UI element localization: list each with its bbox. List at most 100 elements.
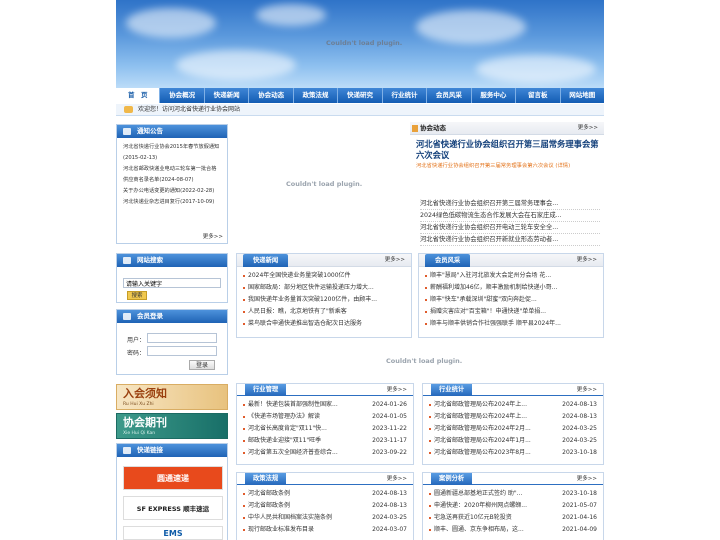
search-input[interactable] — [123, 278, 221, 288]
news-tab[interactable]: 快递新闻 — [243, 254, 289, 267]
policy-item[interactable]: 中华人民共和国档案法实施条例 2024-03-25 — [243, 512, 407, 524]
nav-dynamic[interactable]: 协会动态 — [249, 88, 294, 103]
nav-news[interactable]: 快递新闻 — [205, 88, 250, 103]
bullet-icon — [412, 125, 418, 132]
search-button[interactable]: 搜索 — [127, 291, 147, 300]
industry-more-link[interactable]: 更多>> — [387, 384, 407, 396]
item-title: 河北省长高度肯定"双11"快... — [248, 425, 327, 432]
item-date: 2024-08-13 — [562, 401, 597, 408]
nav-policy[interactable]: 政策法规 — [294, 88, 339, 103]
notice-item[interactable]: 河北省快递行业协会2015年春节放假通知(2015-02-13) — [123, 142, 221, 164]
stats-item[interactable]: 河北省邮政管理局公布2024年上... 2024-08-13 — [429, 399, 597, 411]
nav-research[interactable]: 快递研究 — [338, 88, 383, 103]
news-item[interactable]: 2024年全国快递业务量突破1000亿件 — [243, 270, 405, 282]
cases-item[interactable]: 申通快递：2020年柳州网点螺蛳... 2021-05-07 — [429, 500, 597, 512]
members-item[interactable]: 顺丰"快车"承载深圳"甜蜜"双向奔赴促... — [425, 294, 597, 306]
members-tab[interactable]: 会员风采 — [425, 254, 471, 267]
news-item[interactable]: 菜鸟联合申通快递推出智选仓配次日达服务 — [243, 318, 405, 330]
item-title: 宅急送再获近10亿元B轮投资 — [434, 514, 512, 521]
notice-list: 河北省快递行业协会2015年春节放假通知(2015-02-13) 河北省邮政快递… — [117, 138, 227, 212]
nav-about[interactable]: 协会概况 — [160, 88, 205, 103]
nav-members[interactable]: 会员风采 — [427, 88, 472, 103]
notice-item[interactable]: 河北省邮政快递业电动三轮车第一批合格供应商名录名单(2024-08-07) — [123, 164, 221, 186]
notice-more-link[interactable]: 更多>> — [203, 232, 223, 240]
industry-item[interactable]: 《快递市场管理办法》解读 2024-01-05 — [243, 411, 407, 423]
cases-tab[interactable]: 案例分析 — [431, 473, 473, 485]
item-date: 2024-08-13 — [372, 490, 407, 497]
user-icon — [123, 313, 131, 320]
policy-tab[interactable]: 政策法规 — [245, 473, 287, 485]
cases-item[interactable]: 宅急送再获近10亿元B轮投资 2021-04-16 — [429, 512, 597, 524]
stats-item[interactable]: 河北省邮政管理局公布2024年1月... 2024-03-25 — [429, 435, 597, 447]
login-box: 会员登录 用户： 密码： 登录 — [116, 309, 228, 375]
policy-more-link[interactable]: 更多>> — [387, 473, 407, 485]
login-button[interactable]: 登录 — [189, 360, 215, 370]
industry-tab[interactable]: 行业管理 — [245, 384, 287, 396]
nav-stats[interactable]: 行业统计 — [383, 88, 428, 103]
news-header: 快递新闻 更多>> — [237, 254, 411, 267]
policy-item[interactable]: 河北省邮政条例 2024-08-13 — [243, 500, 407, 512]
dynamic-sub[interactable]: 河北省快递行业协会组织召开第三届常务理事会第六次会议 (详情) — [416, 161, 600, 171]
industry-item[interactable]: 邮政快递业迎接"双11"旺季 2023-11-17 — [243, 435, 407, 447]
policy-item[interactable]: 现行邮政业标准发布目录 2024-03-07 — [243, 524, 407, 536]
dynamic-more-link[interactable]: 更多>> — [578, 122, 598, 135]
dynamic-list: 河北省快递行业协会组织召开第三届常务理事会... 2024绿色低碳物流生态合作发… — [420, 198, 600, 246]
yto-logo[interactable]: 圆通速递 — [123, 466, 223, 490]
journal-banner[interactable]: 协会期刊 Xie Hui Qi Kan — [116, 413, 228, 439]
news-box: 快递新闻 更多>> 2024年全国快递业务量突破1000亿件 国家邮政局：部分地区… — [236, 253, 412, 338]
join-guide-banner[interactable]: 入会须知 Ru Hui Xu Zhi — [116, 384, 228, 410]
members-item[interactable]: 顺丰与顺丰供销合作社强强联手 顺平县2024年... — [425, 318, 597, 330]
username-input[interactable] — [147, 333, 217, 343]
nav-sitemap[interactable]: 网站地图 — [561, 88, 604, 103]
cases-item[interactable]: 顺丰、圆通、京东争相布局，这... 2021-04-09 — [429, 524, 597, 536]
cases-more-link[interactable]: 更多>> — [577, 473, 597, 485]
dynamic-headline[interactable]: 河北省快递行业协会组织召开第三届常务理事会第六次会议 — [416, 139, 600, 161]
notice-item[interactable]: 河北快递业杂志进目复行(2017-10-09) — [123, 197, 221, 208]
dynamic-item[interactable]: 河北省快递行业协会组织召开新就业形态劳动者... — [420, 234, 600, 246]
nav-service[interactable]: 服务中心 — [472, 88, 517, 103]
stats-item[interactable]: 河北省邮政管理局公布2024年上... 2024-08-13 — [429, 411, 597, 423]
notice-item[interactable]: 关于办公电话变更的通知(2022-02-28) — [123, 186, 221, 197]
nav-guestbook[interactable]: 留言板 — [516, 88, 561, 103]
join-guide-sub: Ru Hui Xu Zhi — [123, 402, 154, 407]
sf-logo[interactable]: SF EXPRESS 顺丰速运 — [123, 496, 223, 520]
banner-plugin-text: Couldn't load plugin. — [326, 39, 403, 47]
stats-more-link[interactable]: 更多>> — [577, 384, 597, 396]
item-date: 2021-05-07 — [562, 502, 597, 509]
search-title: 网站搜索 — [137, 256, 163, 264]
policy-item[interactable]: 河北省邮政条例 2024-08-13 — [243, 488, 407, 500]
news-item[interactable]: 国家邮政局：部分地区快件运输投递压力增大... — [243, 282, 405, 294]
members-item[interactable]: 薪酬福利增加46亿，顺丰激励机制给快递小哥... — [425, 282, 597, 294]
speaker-icon — [123, 128, 131, 135]
members-item[interactable]: 捐赠灾害应对"百宝箱"！申通快递"单单捐... — [425, 306, 597, 318]
links-title: 快递链接 — [137, 446, 163, 454]
item-title: 邮政快递业迎接"双11"旺季 — [248, 437, 322, 444]
login-title: 会员登录 — [137, 312, 163, 320]
password-input[interactable] — [147, 346, 217, 356]
ems-logo[interactable]: EMS — [123, 526, 223, 540]
industry-item[interactable]: 最新！快递包装首部强制性国家... 2024-01-26 — [243, 399, 407, 411]
stats-item[interactable]: 河北省邮政管理局公布2024年2月... 2024-03-25 — [429, 423, 597, 435]
stats-item[interactable]: 河北省邮政管理局公布2023年8月... 2023-10-18 — [429, 447, 597, 459]
industry-item[interactable]: 河北省长高度肯定"双11"快... 2023-11-22 — [243, 423, 407, 435]
cases-item[interactable]: 圆通新疆总部基地正式签约 助"... 2023-10-18 — [429, 488, 597, 500]
news-more-link[interactable]: 更多>> — [385, 254, 405, 267]
nav-home[interactable]: 首 页 — [116, 88, 161, 103]
dynamic-header: 协会动态 更多>> — [410, 122, 604, 135]
dynamic-item[interactable]: 河北省快递行业协会组织召开电动三轮车安全全... — [420, 222, 600, 234]
news-item[interactable]: 人民日报：瞧，北京地铁有了"新乘客 — [243, 306, 405, 318]
dynamic-box: 协会动态 更多>> 河北省快递行业协会组织召开第三届常务理事会第六次会议 河北省快… — [410, 122, 604, 248]
page: Couldn't load plugin. 首 页 协会概况 快递新闻 协会动态… — [116, 0, 604, 540]
item-date: 2024-01-26 — [372, 401, 407, 408]
welcome-text: 欢迎您！访问河北省快递行业协会网站 — [138, 106, 241, 113]
item-title: 河北省邮政管理局公布2024年2月... — [434, 425, 531, 432]
industry-item[interactable]: 河北省第五次全国经济普查综合... 2023-09-22 — [243, 447, 407, 459]
members-more-link[interactable]: 更多>> — [577, 254, 597, 267]
home-icon — [124, 106, 133, 113]
dynamic-item[interactable]: 2024绿色低碳物流生态合作发展大会在石家庄成... — [420, 210, 600, 222]
members-item[interactable]: 顺丰"慧局"入驻河北旅发大会定州分会场 花... — [425, 270, 597, 282]
dynamic-item[interactable]: 河北省快递行业协会组织召开第三届常务理事会... — [420, 198, 600, 210]
stats-tab[interactable]: 行业统计 — [431, 384, 473, 396]
item-title: 河北省邮政条例 — [248, 502, 291, 509]
news-item[interactable]: 我国快递年业务量首次突破1200亿件，由顾丰... — [243, 294, 405, 306]
